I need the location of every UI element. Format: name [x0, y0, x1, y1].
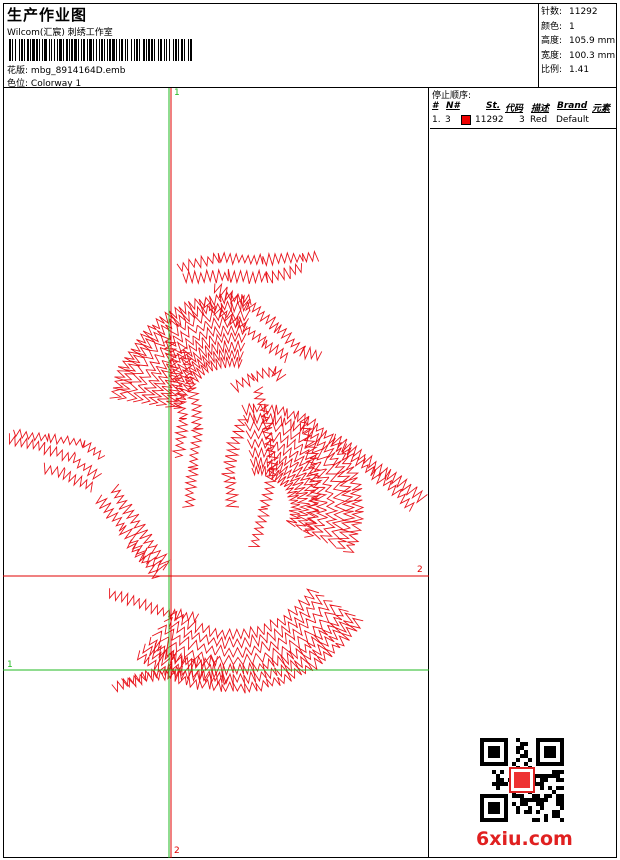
row-brand: Default — [556, 115, 589, 125]
design-file: mbg_8914164D.emb — [30, 66, 126, 76]
header: 生产作业图 Wilcom(汇宸) 刺绣工作室 花版: mbg_8914164D.… — [3, 3, 619, 89]
color-swatch — [461, 115, 471, 125]
studio-name: Wilcom(汇宸) 刺绣工作室 — [7, 28, 113, 38]
guide-label-v-top: 1 — [174, 88, 180, 98]
divider — [430, 128, 617, 129]
design-canvas: 1 2 2 1 — [3, 88, 429, 858]
embroidery-design — [3, 88, 429, 858]
stat-height: 高度: 105.9 mm — [541, 36, 616, 46]
guide-label-v-bottom: 2 — [174, 846, 180, 856]
col-description: 描述 — [531, 104, 550, 114]
col-needle: N# — [446, 101, 460, 111]
row-index: 1. — [432, 115, 441, 125]
design-label: 花版: — [7, 66, 29, 76]
row-stitches: 11292 — [475, 115, 504, 125]
qr-code — [480, 738, 564, 822]
watermark-logo: 6xiu.com — [476, 828, 573, 850]
stats-panel: 针数: 11292 颜色: 1 高度: 105.9 mm 宽度: 100.3 mm 比例… — [541, 5, 619, 78]
guide-label-h-red: 2 — [417, 565, 423, 575]
guide-label-h-green: 1 — [7, 660, 13, 670]
barcode — [9, 39, 192, 61]
header-info: 生产作业图 Wilcom(汇宸) 刺绣工作室 花版: mbg_8914164D.… — [3, 3, 539, 89]
stop-sequence-title: 停止顺序: — [432, 91, 472, 101]
stat-scale: 比例: 1.41 — [541, 65, 590, 75]
stat-colors: 颜色: 1 — [541, 21, 575, 32]
col-element: 元素 — [592, 104, 611, 114]
stat-width: 宽度: 100.3 mm — [541, 50, 616, 61]
table-row: 1. 3 11292 3 Red Default — [430, 115, 617, 128]
stop-sequence-header: # N# St. 代码 描述 Brand 元素 — [430, 101, 617, 114]
stat-stitches: 针数: 11292 — [541, 7, 598, 17]
col-index: # — [432, 101, 439, 111]
stop-sequence-panel: 停止顺序: # N# St. 代码 描述 Brand 元素 1. 3 11292… — [430, 88, 617, 858]
col-code: 代码 — [505, 104, 524, 114]
col-stitches: St. — [486, 101, 501, 111]
page-title: 生产作业图 — [7, 6, 88, 24]
row-description: Red — [530, 115, 548, 125]
row-code: 3 — [519, 115, 525, 125]
row-needle: 3 — [445, 115, 451, 125]
design-file-row: 花版: mbg_8914164D.emb — [7, 63, 126, 76]
col-brand: Brand — [557, 101, 588, 111]
